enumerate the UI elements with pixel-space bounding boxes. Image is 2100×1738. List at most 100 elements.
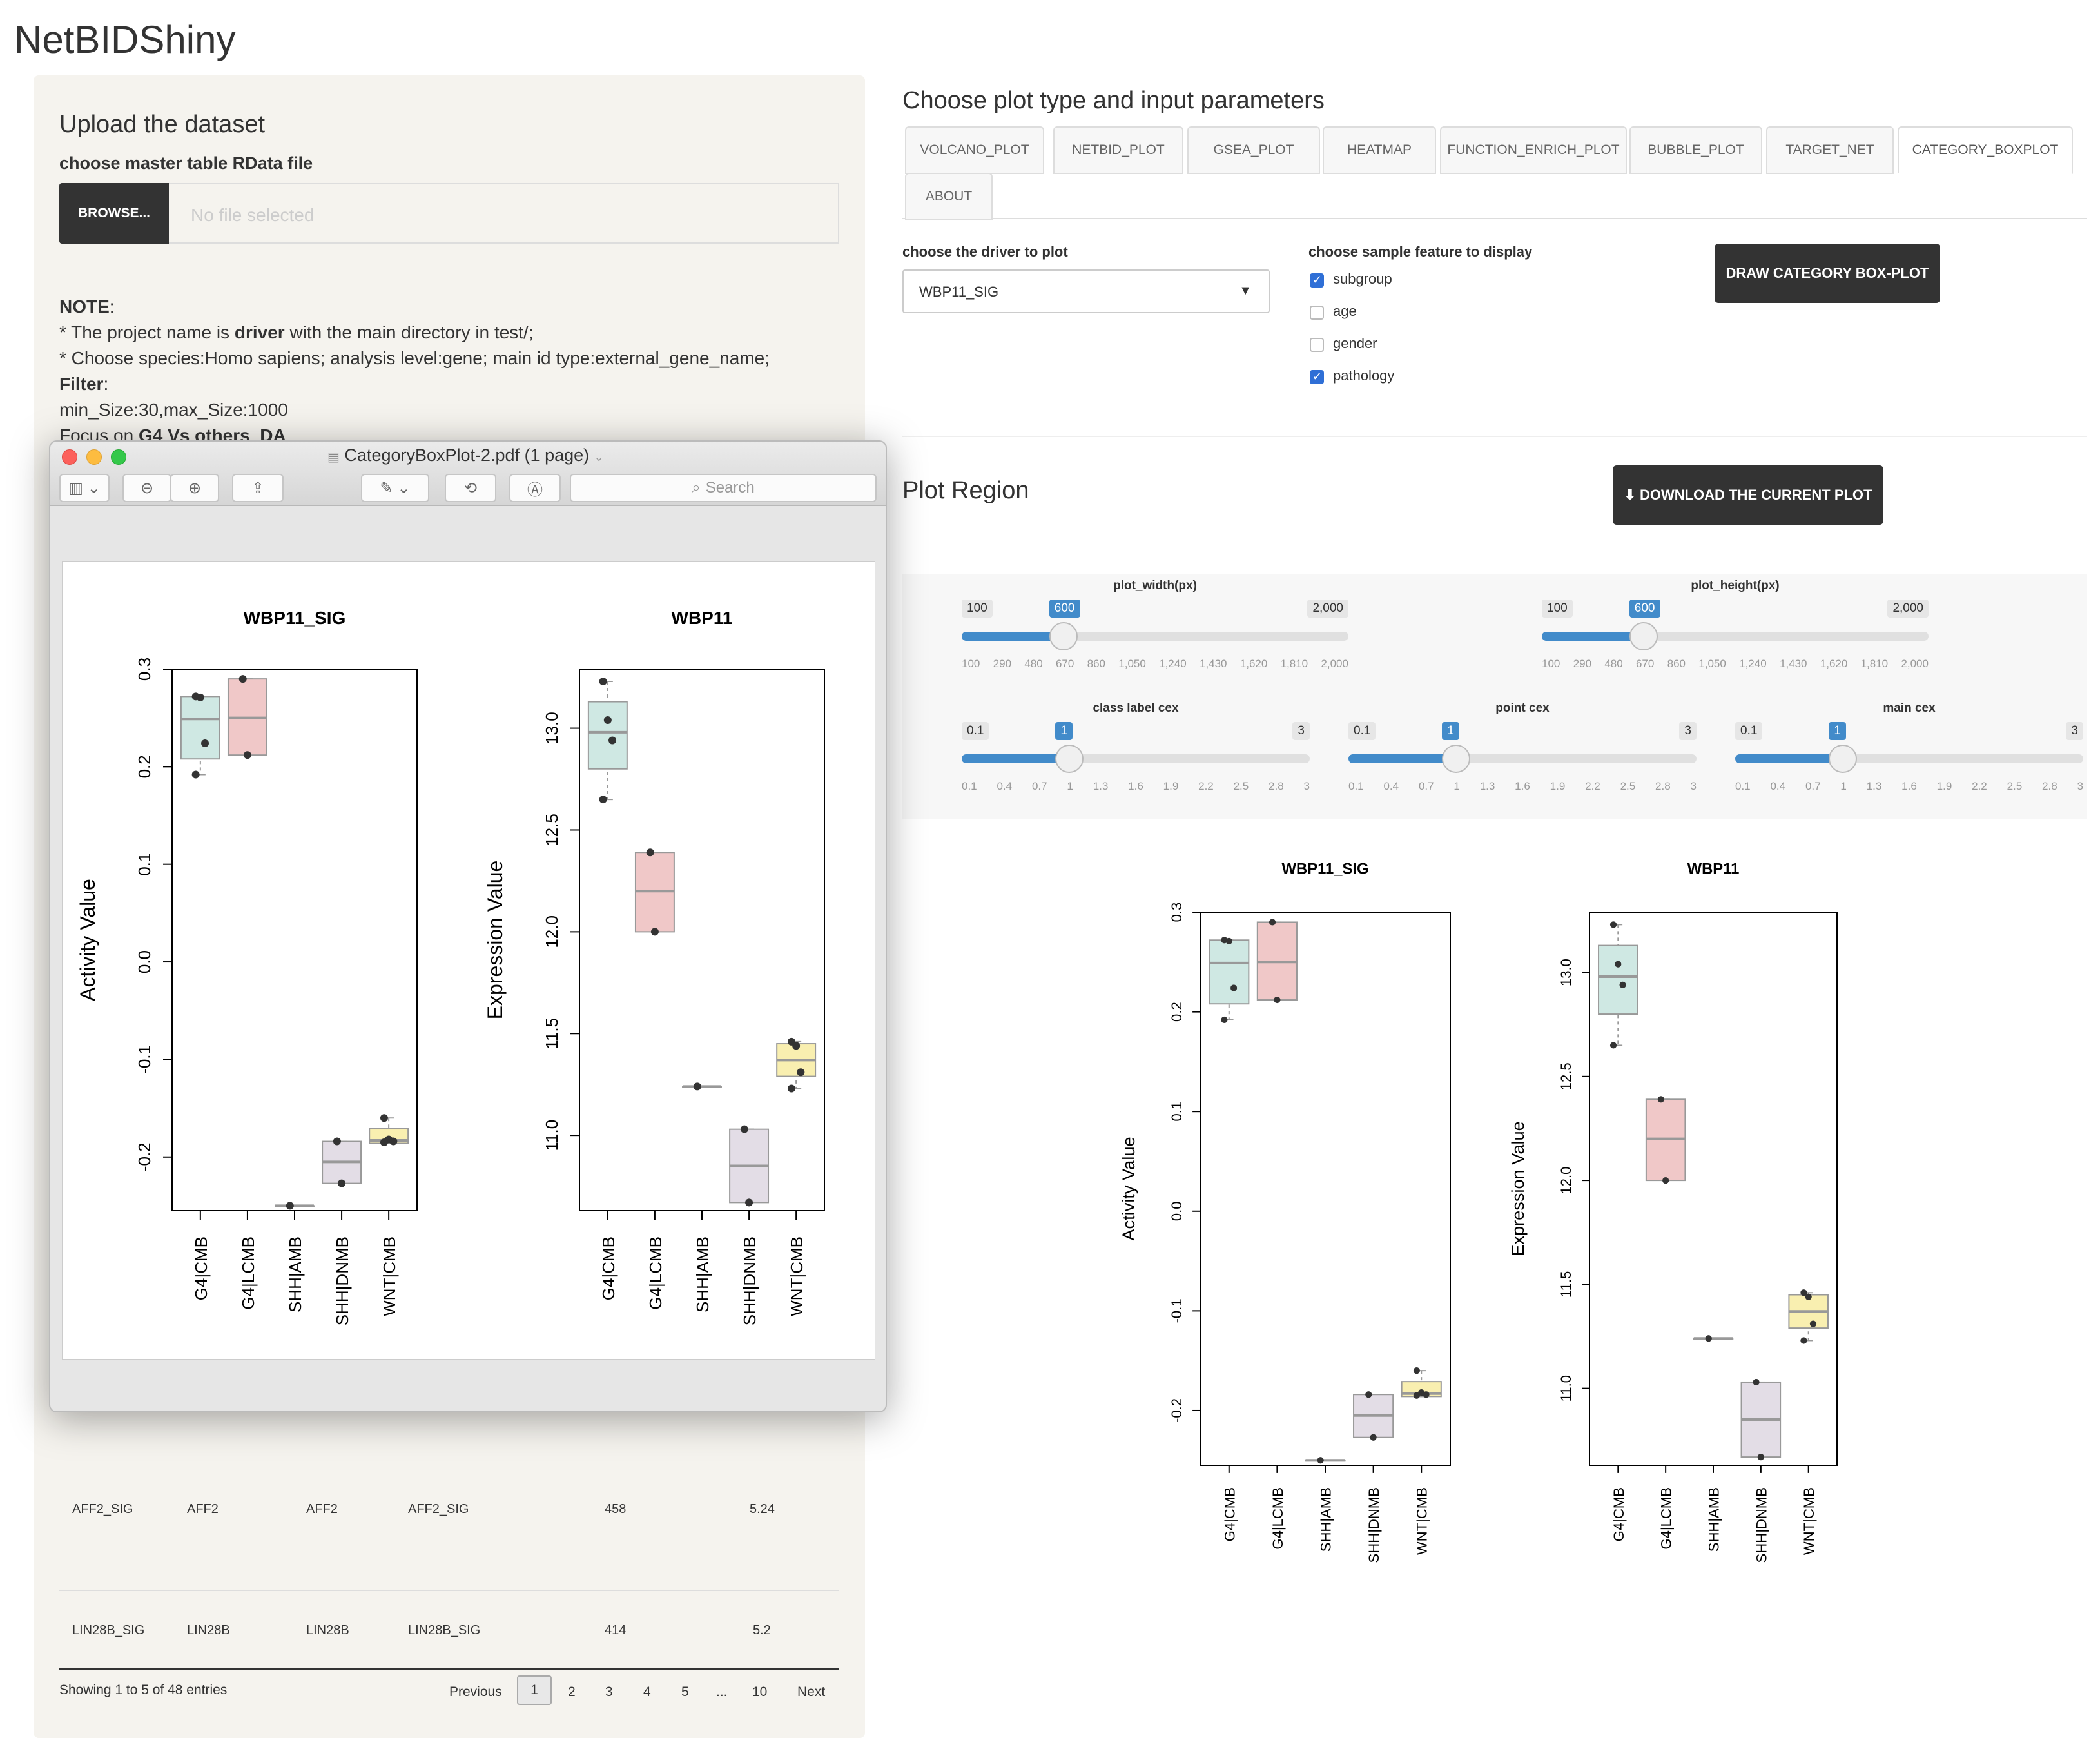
y-tick-label: 11.0 [1558,1375,1574,1401]
x-tick-label: G4|CMB [1611,1487,1627,1541]
slider-point-cex[interactable]: point cex 0.1 3 1 0.1 0.4 0.7 1 1.3 1.6 1.9 2.2 2.5 2… [1348,701,1697,805]
browse-button[interactable]: BROWSE... [59,183,169,244]
slider-tick-label: 1.6 [1128,780,1143,792]
driver-select-value: WBP11_SIG [919,284,999,300]
draw-boxplot-button[interactable]: DRAW CATEGORY BOX-PLOT [1715,244,1940,303]
table-cell: 458 [605,1502,627,1516]
file-name-field[interactable]: No file selected [169,183,839,244]
data-point [1365,1391,1372,1398]
slider-tick-label: 2,000 [1901,658,1929,670]
slider-plot-height[interactable]: plot_height(px) 100 2,000 600 100 290 480 670 86… [1542,579,1929,682]
slider-tick-label: 100 [962,658,980,670]
slider-fill [962,754,1070,763]
data-point [389,1137,398,1146]
slider-class-label-cex[interactable]: class label cex 0.1 3 1 0.1 0.4 0.7 1 1.3 1.6 1.9 2… [962,701,1310,805]
data-point [338,1179,346,1187]
slider-tick-label: 1,430 [1779,658,1807,670]
tab-netbid-plot[interactable]: NETBID_PLOT [1053,126,1183,174]
y-tick-label: 0.2 [135,755,154,778]
table-row-divider [59,1590,839,1591]
data-point [1805,1293,1812,1300]
data-point [1413,1367,1420,1374]
pagination-page-1[interactable]: 1 [517,1675,552,1705]
feature-checkbox-label: choose sample feature to display [1308,244,1533,260]
checkbox-subgroup[interactable] [1310,273,1324,288]
markup-pen-icon[interactable]: ✎ ⌄ [361,474,429,502]
slider-handle[interactable] [1829,745,1858,773]
rotate-icon[interactable]: ⟲ [445,474,496,502]
pagination-page[interactable]: 10 [752,1684,767,1700]
y-tick-label: 12.0 [542,915,561,948]
pagination-page[interactable]: 3 [605,1684,613,1700]
file-input-label: choose master table RData file [59,153,313,173]
chevron-down-icon[interactable]: ⌄ [594,451,604,464]
x-tick-label: SHH|AMB [286,1236,305,1313]
tab-gsea-plot[interactable]: GSEA_PLOT [1187,126,1320,174]
share-icon[interactable]: ⇪ [232,474,284,502]
slider-tick-labels: 0.1 0.4 0.7 1 1.3 1.6 1.9 2.2 2.5 2.8 3 [1735,780,2083,793]
x-tick-label: SHH|DNMB [740,1236,759,1325]
checkbox-gender[interactable] [1310,338,1324,352]
checkbox-age[interactable] [1310,306,1324,320]
tab-heatmap[interactable]: HEATMAP [1323,126,1436,174]
slider-plot-width[interactable]: plot_width(px) 100 2,000 600 100 290 480 670 860… [962,579,1348,682]
tab-about[interactable]: ABOUT [905,173,993,220]
pagination-previous[interactable]: Previous [449,1684,502,1700]
table-cell: 5.2 [753,1623,771,1637]
slider-handle[interactable] [1049,622,1078,650]
pagination-page[interactable]: 2 [568,1684,576,1700]
preview-window-title: ▤ CategoryBoxPlot-2.pdf (1 page) ⌄ [327,445,604,465]
tab-target-net[interactable]: TARGET_NET [1766,126,1894,174]
driver-select[interactable]: WBP11_SIG ▼ [902,269,1270,313]
x-tick-label: SHH|DNMB [333,1236,352,1325]
slider-handle[interactable] [1055,745,1084,773]
checkbox-pathology[interactable] [1310,370,1324,384]
data-point [380,1138,388,1147]
slider-tick-label: 1.9 [1550,780,1566,792]
box [180,696,220,760]
slider-tick-label: 1,620 [1820,658,1848,670]
slider-tick-label: 0.1 [1735,780,1751,792]
minimize-window-icon[interactable] [86,449,102,465]
preview-search-field[interactable]: ⌕ Search [570,474,877,502]
annotate-icon[interactable]: Ⓐ [509,474,561,502]
data-point [603,716,612,724]
slider-title: point cex [1495,701,1550,715]
download-plot-button[interactable]: ⬇ DOWNLOAD THE CURRENT PLOT [1613,465,1883,525]
pagination-page[interactable]: 5 [681,1684,689,1700]
data-point [196,693,204,701]
y-tick-label: 0.1 [1169,1102,1185,1122]
slider-tick-label: 1.3 [1093,780,1109,792]
data-point [1317,1457,1324,1464]
data-point [333,1137,341,1146]
slider-handle[interactable] [1629,622,1658,650]
tab-bubble-plot[interactable]: BUBBLE_PLOT [1629,126,1762,174]
slider-handle[interactable] [1442,745,1471,773]
slider-tick-label: 0.7 [1031,780,1047,792]
slider-fill [1735,754,1843,763]
y-axis-label: Expression Value [483,861,507,1020]
slider-tick-label: 1.6 [1515,780,1530,792]
data-point [1705,1335,1712,1342]
slider-tick-label: 0.4 [1770,780,1786,792]
pagination-next[interactable]: Next [797,1684,825,1700]
slider-max: 2,000 [1307,600,1348,618]
close-window-icon[interactable] [62,449,77,465]
zoom-in-icon[interactable]: ⊕ [170,474,219,502]
pagination-page[interactable]: 4 [643,1684,651,1700]
zoom-window-icon[interactable] [111,449,126,465]
slider-value: 1 [1829,722,1846,740]
zoom-out-icon[interactable]: ⊖ [122,474,171,502]
data-point [745,1198,753,1207]
y-tick-label: 11.5 [1558,1271,1574,1298]
sidebar-toggle-icon[interactable]: ▥ ⌄ [59,474,110,502]
slider-main-cex[interactable]: main cex 0.1 3 1 0.1 0.4 0.7 1 1.3 1.6 1.9 2.2 2.5 2.… [1735,701,2083,805]
tab-category-boxplot[interactable]: CATEGORY_BOXPLOT [1898,126,2073,174]
tab-volcano-plot[interactable]: VOLCANO_PLOT [905,126,1044,174]
slider-title: class label cex [1093,701,1179,715]
slider-tick-label: 1,810 [1280,658,1308,670]
table-cell: LIN28B [306,1623,349,1637]
slider-tick-label: 2.2 [1198,780,1214,792]
y-tick-label: -0.1 [1169,1298,1185,1323]
tab-function-enrich-plot[interactable]: FUNCTION_ENRICH_PLOT [1440,126,1627,174]
